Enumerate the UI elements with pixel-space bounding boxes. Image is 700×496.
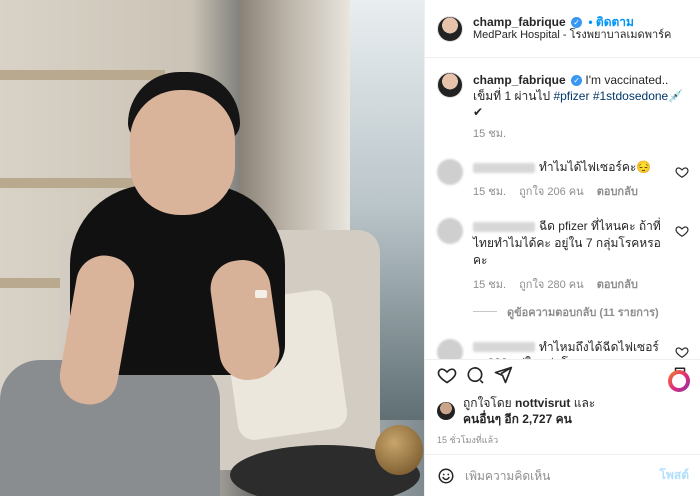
replies-divider bbox=[473, 311, 497, 313]
comment-meta: 15 ชม. ถูกใจ 280 คน ตอบกลับ bbox=[473, 275, 673, 293]
comment-box: โพสต์ bbox=[425, 454, 700, 496]
reply-button[interactable]: ตอบกลับ bbox=[597, 186, 638, 198]
post-comment-button[interactable]: โพสต์ bbox=[660, 466, 689, 485]
post-photo[interactable] bbox=[0, 0, 424, 496]
comment-icon[interactable] bbox=[465, 365, 485, 385]
comments-section[interactable]: champ_fabrique ✓ I'm vaccinated.. เข็มที… bbox=[425, 62, 700, 359]
comment-body: ทำไมได้ไฟเซอร์คะ😔 15 ชม. ถูกใจ 206 คน ตอ… bbox=[473, 159, 673, 200]
likes-summary: ถูกใจโดย nottvisrut และ คนอื่นๆ อีก 2,72… bbox=[437, 395, 689, 427]
likes-prefix: ถูกใจโดย bbox=[463, 396, 516, 410]
add-comment-input[interactable] bbox=[465, 468, 645, 483]
caption-line2: เข็มที่ 1 ผ่านไป bbox=[473, 89, 554, 104]
liker-username-link[interactable]: nottvisrut bbox=[515, 396, 570, 410]
avatar[interactable] bbox=[437, 72, 463, 98]
comment-avatar[interactable] bbox=[437, 218, 463, 245]
comment-message: ทำไมได้ไฟเซอร์คะ😔 bbox=[539, 160, 652, 175]
story-ring-inner bbox=[672, 374, 686, 388]
username-link[interactable]: champ_fabrique bbox=[473, 15, 566, 29]
reply-button[interactable]: ตอบกลับ bbox=[597, 279, 638, 291]
comment-body: ฉีด pfizer ที่ไหนคะ ถ้าที่ไทยทำไมได้คะ อ… bbox=[473, 218, 673, 292]
blurred-username[interactable] bbox=[473, 163, 535, 174]
blurred-username[interactable] bbox=[473, 342, 535, 353]
post-panel: champ_fabrique ✓ • ติดตาม MedPark Hospit… bbox=[424, 0, 700, 496]
likes-text: ถูกใจโดย nottvisrut และ คนอื่นๆ อีก 2,72… bbox=[463, 395, 595, 427]
emoji-icon[interactable] bbox=[437, 467, 455, 485]
verified-badge-icon: ✓ bbox=[571, 75, 583, 87]
comment-text: ฉีด pfizer ที่ไหนคะ ถ้าที่ไทยทำไมได้คะ อ… bbox=[473, 218, 673, 268]
shelf bbox=[0, 70, 165, 80]
comment: ทำไหมถึงได้ฉีดไฟเซอร์คะ??? อยู่ในกลุ่มโร… bbox=[437, 338, 689, 359]
comment-avatar[interactable] bbox=[437, 338, 463, 359]
comment-time: 15 ชม. bbox=[473, 186, 507, 199]
person-face bbox=[130, 90, 235, 215]
heart-icon[interactable] bbox=[675, 165, 689, 179]
comment-likes[interactable]: ถูกใจ 206 คน bbox=[519, 186, 583, 198]
comment: ทำไมได้ไฟเซอร์คะ😔 15 ชม. ถูกใจ 206 คน ตอ… bbox=[437, 159, 689, 200]
header-meta: champ_fabrique ✓ • ติดตาม MedPark Hospit… bbox=[473, 15, 671, 43]
verified-badge-icon: ✓ bbox=[571, 17, 583, 29]
avatar[interactable] bbox=[437, 15, 463, 42]
post-timestamp[interactable]: 15 ชั่วโมงที่แล้ว bbox=[437, 433, 498, 447]
likes-mid: และ bbox=[570, 396, 596, 410]
liker-avatar[interactable] bbox=[437, 402, 455, 421]
bandage bbox=[255, 290, 267, 298]
comment-text: ทำไหมถึงได้ฉีดไฟเซอร์คะ??? อยู่ในกลุ่มโร… bbox=[473, 339, 673, 359]
others-likes-link[interactable]: คนอื่นๆ อีก 2,727 คน bbox=[463, 412, 572, 426]
username-link[interactable]: champ_fabrique bbox=[473, 73, 566, 87]
heart-icon[interactable] bbox=[675, 224, 689, 238]
hashtag-link[interactable]: #pfizer bbox=[553, 89, 589, 103]
post-header: champ_fabrique ✓ • ติดตาม MedPark Hospit… bbox=[425, 0, 700, 58]
caption-line1: I'm vaccinated.. bbox=[585, 73, 669, 87]
comment: ฉีด pfizer ที่ไหนคะ ถ้าที่ไทยทำไมได้คะ อ… bbox=[437, 218, 689, 292]
story-ring-icon[interactable] bbox=[668, 370, 690, 392]
like-heart-icon[interactable] bbox=[437, 365, 457, 385]
comment-time: 15 ชม. bbox=[473, 278, 507, 291]
caption-time: 15 ชม. bbox=[473, 127, 507, 140]
blurred-username[interactable] bbox=[473, 222, 535, 233]
share-icon[interactable] bbox=[493, 365, 513, 385]
caption-text: champ_fabrique ✓ I'm vaccinated.. เข็มที… bbox=[473, 72, 689, 141]
actions-bar bbox=[425, 359, 700, 390]
instagram-post: champ_fabrique ✓ • ติดตาม MedPark Hospit… bbox=[0, 0, 700, 496]
view-replies-label: ดูข้อความตอบกลับ (11 รายการ) bbox=[507, 306, 659, 319]
comment-avatar[interactable] bbox=[437, 159, 463, 186]
comment-likes[interactable]: ถูกใจ 280 คน bbox=[519, 279, 583, 291]
comment-meta: 15 ชม. ถูกใจ 206 คน ตอบกลับ bbox=[473, 182, 673, 200]
caption: champ_fabrique ✓ I'm vaccinated.. เข็มที… bbox=[437, 72, 689, 141]
heart-icon[interactable] bbox=[675, 345, 689, 359]
hashtag-link[interactable]: #1stdosedone bbox=[593, 89, 668, 103]
teapot bbox=[375, 425, 423, 475]
comment-body: ทำไหมถึงได้ฉีดไฟเซอร์คะ??? อยู่ในกลุ่มโร… bbox=[473, 339, 673, 359]
comment-text: ทำไมได้ไฟเซอร์คะ😔 bbox=[473, 159, 673, 176]
location-link[interactable]: MedPark Hospital - โรงพยาบาลเมดพาร์ค bbox=[473, 29, 671, 42]
view-replies-button[interactable]: ดูข้อความตอบกลับ (11 รายการ) bbox=[473, 303, 689, 321]
follow-button[interactable]: • ติดตาม bbox=[588, 15, 634, 29]
